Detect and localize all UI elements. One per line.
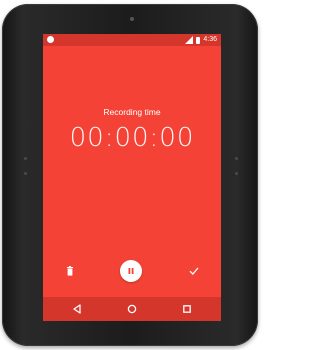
recorder-actions [43, 259, 221, 283]
tablet-frame: 4:36 Recording time 00:00:00 [2, 4, 258, 346]
status-bar: 4:36 [43, 34, 221, 46]
trash-icon[interactable] [65, 266, 75, 276]
recents-square-icon[interactable] [181, 303, 193, 315]
wifi-icon [185, 36, 194, 44]
elapsed-timer: 00:00:00 [69, 123, 195, 153]
navigation-bar [43, 297, 221, 321]
pause-icon [128, 268, 134, 274]
recording-time-label: Recording time [103, 107, 161, 117]
status-clock: 4:36 [203, 36, 217, 43]
home-circle-icon[interactable] [126, 303, 138, 315]
check-icon[interactable] [189, 266, 199, 276]
notification-dot-icon [47, 36, 54, 43]
app-screen: 4:36 Recording time 00:00:00 [43, 34, 221, 321]
pause-button[interactable] [120, 260, 142, 282]
back-triangle-icon[interactable] [71, 303, 83, 315]
front-camera [130, 17, 134, 21]
left-sensor-dot [24, 157, 27, 160]
battery-icon [196, 36, 201, 44]
left-sensor-dot-lower [24, 172, 27, 175]
right-sensor-dot-lower [235, 172, 238, 175]
right-sensor-dot [235, 157, 238, 160]
status-icons: 4:36 [185, 35, 217, 45]
